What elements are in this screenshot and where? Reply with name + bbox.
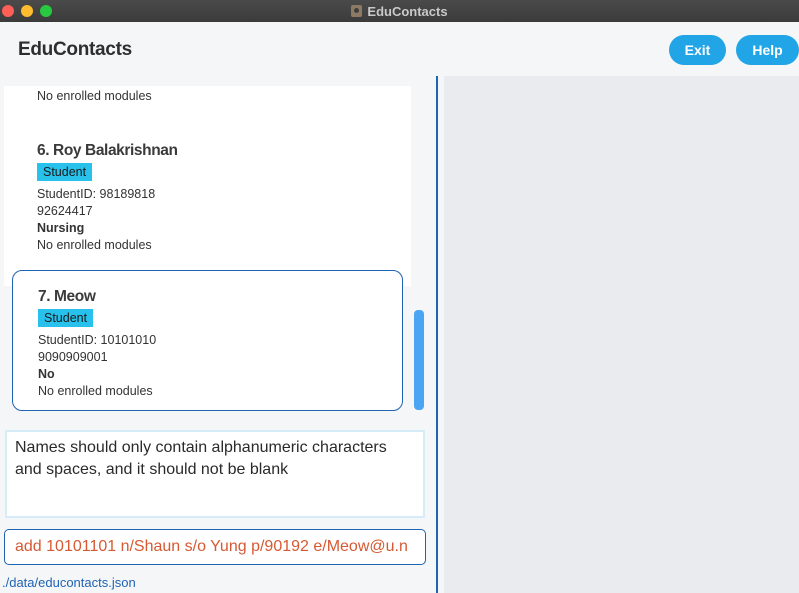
command-input[interactable] [4,529,426,565]
person-name: 6. Roy Balakrishnan [37,142,178,159]
person-card-7[interactable]: 7. Meow Student StudentID: 10101010 9090… [38,288,156,400]
minimize-window-icon[interactable] [21,5,33,17]
person-card-6[interactable]: 6. Roy Balakrishnan Student StudentID: 9… [37,142,178,254]
exit-button[interactable]: Exit [669,35,726,65]
help-button[interactable]: Help [736,35,799,65]
person-course: No [38,367,55,381]
person-modules: No enrolled modules [37,89,152,103]
person-tag: Student [38,309,94,327]
detail-panel [444,76,799,593]
person-course: Nursing [37,221,85,235]
person-card-5[interactable]: No enrolled modules [37,88,152,105]
result-display: Names should only contain alphanumeric c… [5,430,425,518]
person-student-id: StudentID: 98189818 [37,187,156,201]
person-student-id: StudentID: 10101010 [38,333,157,347]
app-icon [351,5,363,17]
app-brand: EduContacts [18,39,132,60]
close-window-icon[interactable] [2,5,14,17]
person-tag: Student [37,163,93,181]
maximize-window-icon[interactable] [40,5,52,17]
list-scrollbar-thumb[interactable] [414,310,424,410]
person-modules: No enrolled modules [37,238,152,252]
panel-divider[interactable] [436,76,438,593]
app-header: EduContacts Exit Help [0,22,799,76]
status-file-path: ./data/educontacts.json [2,575,136,590]
person-phone: 9090909001 [38,350,108,364]
person-phone: 92624417 [37,204,93,218]
title-bar: EduContacts [0,0,799,22]
person-name: 7. Meow [38,288,96,305]
window-title: EduContacts [367,3,448,19]
person-modules: No enrolled modules [38,384,153,398]
